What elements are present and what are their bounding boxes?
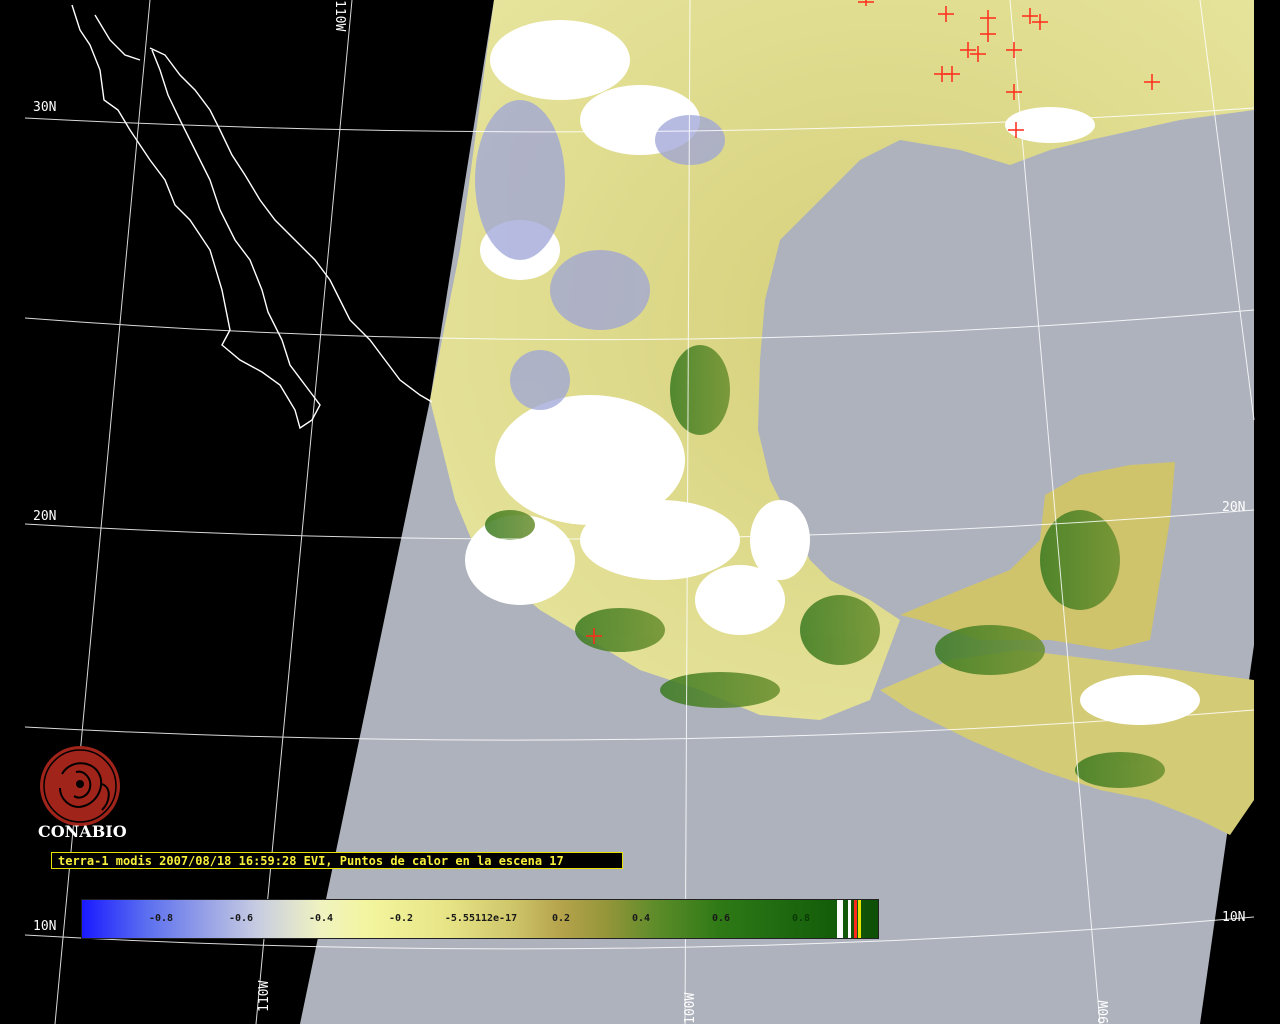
colorbar-tick: -0.6 — [228, 913, 254, 924]
colorbar-tick: -0.4 — [308, 913, 334, 924]
colorbar-tick: -5.55112e-17 — [444, 913, 518, 924]
colorbar-swatch-white-2 — [848, 900, 851, 938]
colorbar-tick: 0.6 — [711, 913, 731, 924]
colorbar-swatch-cloud — [837, 900, 843, 938]
colorbar-tick: -0.2 — [388, 913, 414, 924]
lon-label-90w-bottom: 90W — [1097, 1000, 1112, 1024]
lat-label-30n: 30N — [33, 100, 57, 115]
lat-label-10n-right: 10N — [1222, 910, 1246, 925]
colorbar-tick: 0.2 — [551, 913, 571, 924]
colorbar-swatch-hotspot — [854, 900, 857, 938]
colorbar-swatch-yellow — [858, 900, 861, 938]
scene-caption: terra-1 modis 2007/08/18 16:59:28 EVI, P… — [51, 852, 623, 869]
colorbar-tick: 0.8 — [791, 913, 811, 924]
lat-label-10n-left: 10N — [33, 919, 57, 934]
colorbar-tick: -0.8 — [148, 913, 174, 924]
lon-label-100w-bottom: 100W — [683, 992, 698, 1024]
lat-label-20n-right: 20N — [1222, 500, 1246, 515]
lon-label-110w-bottom: 110W — [257, 980, 272, 1012]
satellite-evi-map — [0, 0, 1280, 1024]
colorbar-tick: 0.4 — [631, 913, 651, 924]
lat-label-20n-left: 20N — [33, 509, 57, 524]
evi-colorbar: -0.8 -0.6 -0.4 -0.2 -5.55112e-17 0.2 0.4… — [81, 899, 879, 939]
conabio-logo-text: CONABIO — [38, 822, 127, 841]
lon-label-110w-top: 110W — [332, 0, 347, 32]
